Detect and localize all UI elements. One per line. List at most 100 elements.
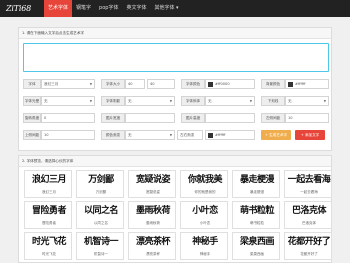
font-preview-card[interactable]: 小叶恋 小叶恋 [180,201,228,229]
top-label: 上侧间距 [23,130,41,140]
format-value: 无 [128,133,132,137]
form-row-3: 旋转角度 0 图片宽度 图片高度 左侧间距 10 [23,113,329,123]
font-preview-card[interactable]: 万剑鄙 万剑鄙 [76,170,124,198]
form-panel-header: 1. 请在下面输入文字后点击生成艺术字 [19,28,331,39]
font-preview-card[interactable]: 时光飞花 时光飞花 [24,232,72,260]
form-row-2: 字体光晕 无 ▼ 字体阴影 无 ▼ 字体斜体 无 ▼ 下划线 无 ▼ [23,96,329,106]
height-label: 图片高度 [181,113,205,123]
gradient-color-input[interactable]: #ffffff [205,130,255,140]
rotate-label: 旋转角度 [23,113,41,123]
format-select[interactable]: 无 ▼ [125,130,175,140]
font-label: 字体 [23,79,41,89]
size-input-b[interactable]: 40 [147,79,175,89]
font-preview-card[interactable]: 一起去看海 一起去看海 [284,170,332,198]
site-logo[interactable]: ZiTi68 [0,4,44,13]
font-preview-card[interactable]: 花都开好了 花都开好了 [284,232,332,260]
effect-select[interactable]: 无 ▼ [41,96,95,106]
font-preview-caption: 以同之名 [94,221,108,225]
font-preview-card[interactable]: 宽疑说姿 宽疑说姿 [128,170,176,198]
font-preview-caption: 冒险勇者 [42,221,56,225]
font-preview-caption: 花都开好了 [300,252,318,256]
add-text-button[interactable]: + 添加文字 [295,130,325,140]
effect-label: 字体光晕 [23,96,41,106]
font-preview-card[interactable]: 浪幻三月 浪幻三月 [24,170,72,198]
shadow-select[interactable]: 无 ▼ [125,96,175,106]
bgcolor-value: #ffffff [295,82,306,86]
font-preview-caption: 宽疑说姿 [146,190,160,194]
spacing-input[interactable]: 10 [285,113,329,123]
font-preview-image: 浪幻三月 [31,175,67,185]
color-label: 字体颜色 [181,79,205,89]
font-preview-image: 墨雨秋荷 [135,206,171,216]
nav-item-pen-fonts[interactable]: 钢笔字 [72,0,95,17]
font-preview-card[interactable]: 暴走梗漫 暴走梗漫 [232,170,280,198]
font-preview-card[interactable]: 冒险勇者 冒险勇者 [24,201,72,229]
font-preview-card[interactable]: 以同之名 以同之名 [76,201,124,229]
font-preview-card[interactable]: 墨雨秋荷 墨雨秋荷 [128,201,176,229]
font-preview-caption: 巴洛克体 [302,221,316,225]
tilt-label: 字体斜体 [181,96,205,106]
font-preview-image: 梁泉西画 [239,237,275,247]
font-preview-card[interactable]: 梁泉西画 梁泉西画 [232,232,280,260]
top-input[interactable]: 10 [41,130,95,140]
chevron-down-icon: ▼ [89,82,92,86]
font-preview-image: 萌书粒粒 [239,206,275,216]
color-swatch [208,82,213,87]
generate-button[interactable]: + 生成艺术字 [261,130,291,140]
font-preview-caption: 梁泉西画 [250,252,264,256]
gradient-select[interactable]: 左右渐变 [177,130,203,140]
font-preview-caption: 小叶恋 [199,221,211,225]
font-preview-image: 神秘手 [192,237,218,247]
underline-value: 无 [288,99,292,103]
font-preview-caption: 你的就是我的 [194,190,216,194]
text-input-area[interactable] [23,43,329,72]
font-preview-image: 你就我美 [187,175,223,185]
nav-item-english-fonts[interactable]: 英文字体 [122,0,150,17]
art-text-form-panel: 1. 请在下面输入文字后点击生成艺术字 字体 浪幻三月 ▼ 字体大小 40 40… [18,27,332,151]
font-preview-image: 一起去看海 [287,175,331,185]
gradient-value: 左右渐变 [180,133,195,137]
font-preview-card[interactable]: 机智诗一 机智诗一 [76,232,124,260]
font-preview-image: 花都开好了 [287,237,331,247]
bgcolor-label: 背景颜色 [261,79,285,89]
height-input[interactable] [205,113,255,123]
rotate-input[interactable]: 0 [41,113,95,123]
underline-select[interactable]: 无 ▼ [285,96,329,106]
font-preview-caption: 神秘手 [199,252,211,256]
tilt-select[interactable]: 无 ▼ [205,96,255,106]
font-preview-image: 万剑鄙 [88,175,114,185]
font-preview-caption: 万剑鄙 [95,190,107,194]
nav-item-other-fonts[interactable]: 其他字体 ▾ [150,0,182,17]
font-preview-panel: 2. 字体预览，请选择心仪的字体 浪幻三月 浪幻三月 万剑鄙 万剑鄙 宽疑说姿 宽疑说姿你… [18,155,332,263]
shadow-value: 无 [128,99,132,103]
font-preview-image: 暴走梗漫 [239,175,275,185]
font-preview-image: 以同之名 [83,206,119,216]
font-preview-image: 冒险勇者 [31,206,67,216]
font-preview-card[interactable]: 神秘手 神秘手 [180,232,228,260]
bgcolor-input[interactable]: #ffffff [285,79,329,89]
font-panel-header: 2. 字体预览，请选择心仪的字体 [19,156,331,167]
font-preview-card[interactable]: 萌书粒粒 萌书粒粒 [232,201,280,229]
font-preview-image: 宽疑说姿 [135,175,171,185]
shadow-label: 字体阴影 [101,96,125,106]
font-preview-image: 漂亮茶杯 [135,237,171,247]
nav-item-art-fonts[interactable]: 艺术字体 [44,0,73,17]
font-preview-caption: 浪幻三月 [42,190,56,194]
color-input[interactable]: #ff0000 [205,79,255,89]
size-label: 字体大小 [101,79,125,89]
form-row-1: 字体 浪幻三月 ▼ 字体大小 40 40 字体颜色 #ff0000 背景颜色 #… [23,79,329,89]
bgcolor-swatch [288,82,293,87]
font-preview-card[interactable]: 巴洛克体 巴洛克体 [284,201,332,229]
spacing-label: 左侧间距 [261,113,285,123]
font-select-value: 浪幻三月 [44,82,59,86]
font-preview-card[interactable]: 你就我美你的就是我的 [180,170,228,198]
font-preview-image: 时光飞花 [31,237,67,247]
font-select[interactable]: 浪幻三月 ▼ [41,79,95,89]
font-preview-caption: 萌书粒粒 [250,221,264,225]
width-input[interactable] [125,113,175,123]
font-preview-caption: 漂亮茶杯 [146,252,160,256]
gradient-color-value: #ffffff [215,133,226,137]
size-input-a[interactable]: 40 [125,79,145,89]
nav-item-pop-fonts[interactable]: pop字体 [95,0,122,17]
font-preview-card[interactable]: 漂亮茶杯 漂亮茶杯 [128,232,176,260]
